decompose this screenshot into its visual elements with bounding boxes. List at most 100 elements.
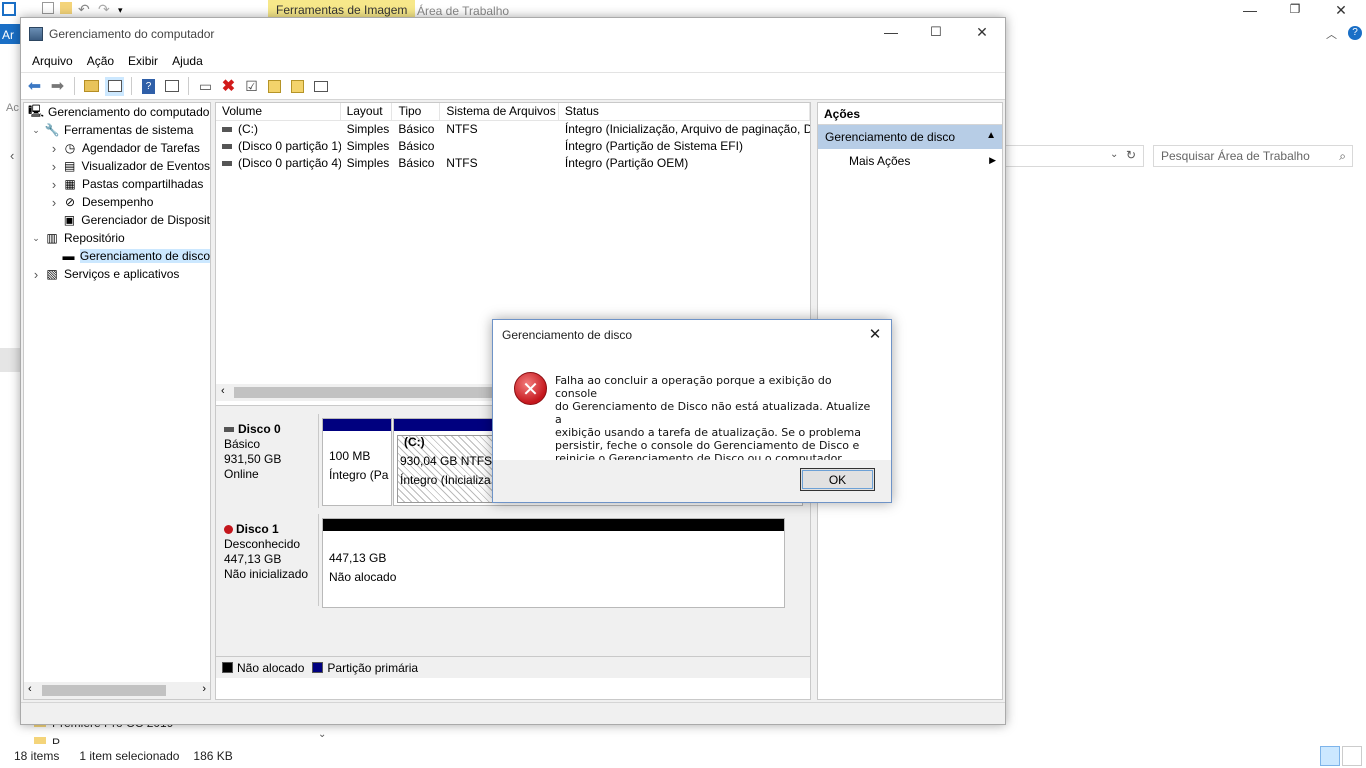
export-list-icon[interactable]: [265, 77, 284, 96]
connect-drive-icon[interactable]: ▭: [196, 77, 215, 96]
search-folder-icon[interactable]: [288, 77, 307, 96]
properties-check-icon[interactable]: ☑: [242, 77, 261, 96]
large-icons-view-button[interactable]: [1342, 746, 1362, 766]
cell-file-system: [440, 138, 559, 155]
scroll-right-icon[interactable]: ›: [202, 683, 206, 695]
scroll-left-icon[interactable]: ‹: [221, 385, 225, 397]
collapsed-chevron-icon[interactable]: ›: [48, 177, 60, 192]
more-actions-item[interactable]: Mais Ações ▶: [818, 149, 1002, 173]
file-list-scroll-down-icon[interactable]: ⌄: [318, 729, 326, 740]
volume-row[interactable]: (Disco 0 partição 1) Simples Básico Íntegro…: [216, 138, 810, 155]
toolbar-separator: [74, 77, 75, 95]
explorer-close-button[interactable]: ✕: [1331, 2, 1351, 19]
tree-item-label: Agendador de Tarefas: [82, 141, 200, 155]
refresh-icon[interactable]: ↻: [1126, 148, 1136, 162]
explorer-restore-button[interactable]: ❐: [1285, 2, 1305, 16]
close-button[interactable]: ✕: [972, 24, 992, 41]
new-folder-icon[interactable]: [60, 2, 72, 14]
explorer-title: Área de Trabalho: [417, 4, 510, 18]
collapsed-chevron-icon[interactable]: ›: [30, 267, 42, 282]
column-header-file-system[interactable]: Sistema de Arquivos: [440, 103, 559, 120]
ribbon-collapse-icon[interactable]: ︿: [1326, 26, 1337, 42]
show-hide-action-pane-icon[interactable]: [162, 77, 181, 96]
customize-qat-icon[interactable]: ▾: [118, 2, 132, 16]
tree-item[interactable]: ▬ Gerenciamento de disco: [24, 247, 210, 265]
expanded-chevron-icon[interactable]: ⌄: [30, 125, 42, 136]
tree-item[interactable]: ⌄ 🔧 Ferramentas de sistema: [24, 121, 210, 139]
message-line: do Gerenciamento de Disco não está atual…: [555, 400, 871, 426]
menu-exibir[interactable]: Exibir: [121, 54, 165, 68]
volume-icon: [222, 144, 232, 150]
nav-pane-stub: [0, 348, 20, 372]
tree-list: 🖳 Gerenciamento do computado ⌄ 🔧 Ferramentas…: [24, 103, 210, 283]
properties-icon[interactable]: [42, 2, 54, 14]
actions-group-disk-management[interactable]: Gerenciamento de disco ▲: [818, 125, 1002, 149]
delete-icon[interactable]: ✖: [219, 77, 238, 96]
scroll-thumb[interactable]: [234, 387, 494, 398]
mmc-statusbar: [21, 702, 1005, 724]
scroll-thumb[interactable]: [42, 685, 166, 696]
legend-unallocated: Não alocado: [237, 660, 305, 675]
legend-primary: Partição primária: [327, 660, 419, 675]
details-view-button[interactable]: [1320, 746, 1340, 766]
volume-name: (Disco 0 partição 4): [238, 156, 341, 170]
menu-ajuda[interactable]: Ajuda: [165, 54, 210, 68]
collapsed-chevron-icon[interactable]: ›: [48, 159, 60, 174]
volume-row[interactable]: (Disco 0 partição 4) Simples Básico NTFS Ínt…: [216, 155, 810, 172]
search-icon: ⌕: [1339, 149, 1346, 163]
volume-list-header: Volume Layout Tipo Sistema de Arquivos S…: [216, 103, 810, 121]
collapsed-chevron-icon[interactable]: ›: [48, 195, 60, 210]
tree-horizontal-scrollbar[interactable]: ‹ ›: [24, 682, 210, 699]
volume-row[interactable]: (C:) Simples Básico NTFS Íntegro (Inicializa…: [216, 121, 810, 138]
minimize-button[interactable]: —: [881, 24, 901, 40]
back-arrow-icon[interactable]: ⬅: [25, 77, 44, 96]
back-arrow-stub-icon[interactable]: ‹: [10, 148, 14, 163]
unallocated-bar: [323, 519, 784, 531]
ok-button[interactable]: OK: [800, 468, 875, 491]
forward-arrow-icon[interactable]: ➡: [48, 77, 67, 96]
tree-item[interactable]: ⌄ ▥ Repositório: [24, 229, 210, 247]
tree-item[interactable]: 🖳 Gerenciamento do computado: [24, 103, 210, 121]
column-header-layout[interactable]: Layout: [341, 103, 393, 120]
tree-item[interactable]: › ▧ Serviços e aplicativos: [24, 265, 210, 283]
dialog-close-button[interactable]: ✕: [867, 325, 883, 343]
column-header-volume[interactable]: Volume: [216, 103, 341, 120]
up-folder-icon[interactable]: [82, 77, 101, 96]
disk-1-unallocated[interactable]: 447,13 GB Não alocado: [322, 518, 785, 608]
tree-item[interactable]: › ▦ Pastas compartilhadas: [24, 175, 210, 193]
dialog-message: Falha ao concluir a operação porque a ex…: [555, 374, 871, 465]
show-hide-tree-icon[interactable]: [105, 76, 124, 96]
help-icon[interactable]: ?: [1348, 26, 1362, 40]
address-dropdown-icon[interactable]: ⌄: [1110, 149, 1118, 160]
tree-item[interactable]: › ◷ Agendador de Tarefas: [24, 139, 210, 157]
help-book-icon[interactable]: ?: [139, 77, 158, 96]
scroll-left-icon[interactable]: ‹: [28, 683, 32, 695]
disk-0-partition-1[interactable]: 100 MB Íntegro (Pa: [322, 418, 392, 506]
explorer-minimize-button[interactable]: —: [1240, 2, 1260, 18]
list-view-icon[interactable]: [311, 77, 330, 96]
disk-0-label[interactable]: Disco 0 Básico 931,50 GB Online: [216, 414, 319, 508]
collapsed-chevron-icon[interactable]: ›: [48, 141, 60, 156]
explorer-search-input[interactable]: Pesquisar Área de Trabalho ⌕: [1153, 145, 1353, 167]
legend-swatch-primary: [312, 662, 324, 673]
tree-item-label: Gerenciamento do computado: [48, 105, 210, 119]
tree-item[interactable]: › ⊘ Desempenho: [24, 193, 210, 211]
file-tab[interactable]: Ar: [0, 24, 22, 44]
tree-item[interactable]: ▣ Gerenciador de Disposit: [24, 211, 210, 229]
disk-1-label[interactable]: Disco 1 Desconhecido 447,13 GB Não inici…: [216, 514, 319, 606]
column-header-status[interactable]: Status: [559, 103, 810, 120]
maximize-button[interactable]: ☐: [926, 24, 946, 40]
quick-access-toolbar: ↶ ↷ ▾: [0, 2, 132, 16]
tree-item-label: Serviços e aplicativos: [64, 267, 180, 281]
undo-icon[interactable]: ↶: [78, 2, 92, 16]
collapse-icon[interactable]: ▲: [986, 130, 996, 141]
menu-acao[interactable]: Ação: [80, 54, 121, 68]
cell-file-system: NTFS: [446, 156, 478, 170]
expanded-chevron-icon[interactable]: ⌄: [30, 233, 42, 244]
device-manager-icon: ▣: [63, 213, 76, 227]
redo-icon[interactable]: ↷: [98, 2, 112, 16]
column-header-tipo[interactable]: Tipo: [392, 103, 441, 120]
tree-item[interactable]: › ▤ Visualizador de Eventos: [24, 157, 210, 175]
address-bar[interactable]: ⌄ ↻: [1006, 145, 1144, 167]
menu-arquivo[interactable]: Arquivo: [25, 54, 80, 68]
